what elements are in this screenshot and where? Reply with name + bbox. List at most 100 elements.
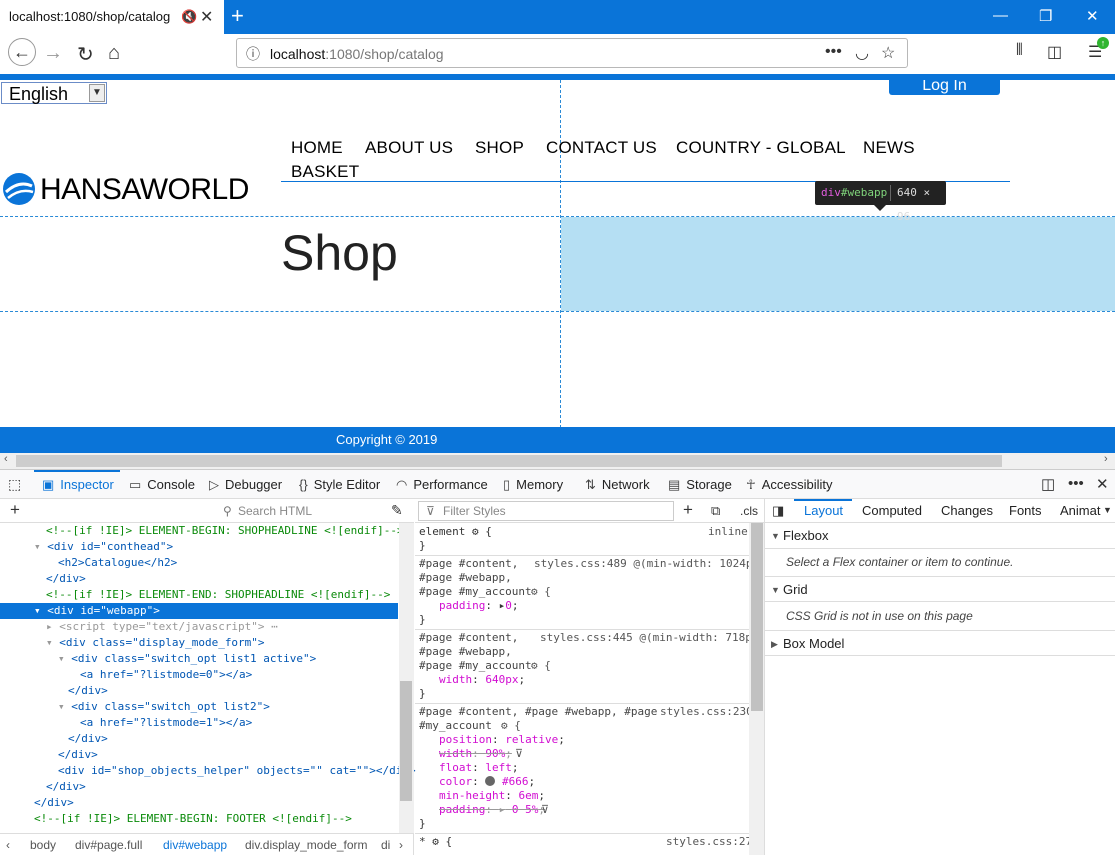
expand-icon[interactable]: ▾ (34, 540, 47, 553)
tree-node[interactable]: </div> (34, 795, 74, 811)
minimize-icon[interactable]: — (993, 7, 1008, 24)
menu-contact-us[interactable]: CONTACT US (546, 138, 657, 158)
scroll-right-icon[interactable]: › (1104, 453, 1108, 465)
restore-icon[interactable]: ❐ (1039, 7, 1052, 25)
breadcrumb-item-active[interactable]: div#webapp (163, 834, 227, 856)
gear-icon[interactable]: ⚙ { (501, 719, 521, 732)
tree-node[interactable]: <!--[if !IE]> ELEMENT-END: SHOPHEADLINE … (46, 587, 390, 603)
forward-icon[interactable]: → (43, 42, 63, 65)
tab-memory[interactable]: ▯ Memory (503, 477, 563, 493)
filter-icon[interactable]: ⊽ (541, 803, 549, 816)
logo-text[interactable]: HANSAWORLD (40, 173, 249, 207)
dock-icon[interactable]: ◫ (1041, 475, 1055, 493)
tree-node[interactable]: ▾ <div class="switch_opt list1 active"> (58, 651, 316, 667)
declaration[interactable]: float: left; (439, 761, 519, 775)
expand-icon[interactable]: ▾ (34, 604, 47, 617)
declaration[interactable]: padding: ▸0; (439, 599, 518, 613)
breadcrumb-prev-icon[interactable]: ‹ (6, 834, 10, 856)
declaration[interactable]: width: 640px; (439, 673, 525, 687)
tab-accessibility[interactable]: ☥ Accessibility (746, 477, 833, 493)
rule-selector[interactable]: #page #content, #page #webapp, #page #my… (419, 631, 532, 672)
rules-scrollbar-thumb[interactable] (751, 523, 763, 711)
expand-icon[interactable]: ▾ (46, 636, 59, 649)
gear-icon[interactable]: ⚙ (472, 525, 479, 538)
rule-source[interactable]: styles.css:489 @(min-width: 1024px) (534, 557, 766, 570)
menu-news[interactable]: NEWS (863, 138, 915, 158)
tab-inspector[interactable]: ▣ Inspector (42, 477, 114, 493)
cls-toggle[interactable]: .cls (740, 504, 758, 518)
expand-icon[interactable]: ▸ (46, 620, 59, 633)
tree-node[interactable]: </div> (58, 747, 98, 763)
declaration-overridden[interactable]: width: 90%; (439, 747, 512, 761)
grid-section[interactable]: ▼ Grid (765, 576, 1115, 602)
rule-selector[interactable]: element ⚙ { (419, 525, 492, 539)
tree-node[interactable]: </div> (68, 683, 108, 699)
url-bar[interactable]: ⓘ localhost:1080/shop/catalog ••• ◡ ☆ (236, 38, 908, 68)
reload-icon[interactable]: ↻ (77, 42, 94, 67)
tree-node[interactable]: ▾ <div class="switch_opt list2"> (58, 699, 270, 715)
hansaworld-logo-icon[interactable] (2, 172, 36, 206)
menu-country[interactable]: COUNTRY - GLOBAL (676, 138, 846, 158)
tab-console[interactable]: ▭ Console (129, 477, 195, 493)
declaration[interactable]: position: relative; (439, 733, 565, 747)
add-rule-icon[interactable]: + (683, 500, 693, 520)
home-icon[interactable]: ⌂ (108, 42, 120, 65)
tab-layout[interactable]: Layout (804, 503, 843, 518)
breadcrumb-item[interactable]: div.display_mode_form (245, 834, 368, 856)
rule-source[interactable]: styles.css:445 @(min-width: 718px) (540, 631, 765, 644)
tree-node[interactable]: <!--[if !IE]> ELEMENT-BEGIN: FOOTER <![e… (34, 811, 352, 827)
mute-icon[interactable]: 🔇 (181, 9, 197, 25)
toggle-sidebar-icon[interactable]: ◨ (772, 503, 784, 519)
menu-basket[interactable]: BASKET (291, 162, 359, 182)
tab-computed[interactable]: Computed (862, 503, 922, 518)
rule-source[interactable]: styles.css:27 (666, 835, 752, 848)
horizontal-scrollbar[interactable]: ‹ › (0, 453, 1115, 469)
rule-selector[interactable]: #page #content, #page #webapp, #page #my… (419, 705, 657, 732)
rule-source[interactable]: styles.css:230 (660, 705, 753, 718)
info-icon[interactable]: ⓘ (246, 44, 260, 64)
tree-node[interactable]: <a href="?listmode=1"></a> (80, 715, 252, 731)
tab-changes[interactable]: Changes (941, 503, 993, 518)
tree-node[interactable]: <!--[if !IE]> ELEMENT-BEGIN: SHOPHEADLIN… (46, 523, 404, 539)
expand-icon[interactable]: ▾ (58, 700, 71, 713)
menu-about-us[interactable]: ABOUT US (365, 138, 453, 158)
flexbox-section[interactable]: ▼ Flexbox (765, 523, 1115, 549)
tab-close-icon[interactable]: ✕ (200, 7, 213, 27)
menu-shop[interactable]: SHOP (475, 138, 524, 158)
scrollbar-thumb[interactable] (16, 455, 1002, 467)
box-model-section[interactable]: ▶ Box Model (765, 630, 1115, 656)
close-icon[interactable]: ✕ (1086, 7, 1099, 25)
filter-styles-input[interactable]: ⊽ Filter Styles (418, 501, 674, 521)
eyedropper-icon[interactable]: ✎ (391, 502, 403, 519)
tree-node[interactable]: ▾ <div class="display_mode_form"> (46, 635, 265, 651)
color-swatch-icon[interactable] (485, 776, 496, 786)
tree-node[interactable]: <a href="?listmode=0"></a> (80, 667, 252, 683)
tab-network[interactable]: ⇅ Network (585, 477, 650, 493)
expand-icon[interactable]: ▾ (58, 652, 71, 665)
expand-icon[interactable]: ▸ (499, 803, 506, 816)
pick-element-icon[interactable]: ⬚ (8, 476, 21, 493)
scroll-left-icon[interactable]: ‹ (4, 453, 8, 465)
login-button[interactable]: Log In (889, 80, 1000, 95)
close-devtools-icon[interactable]: ✕ (1096, 475, 1109, 493)
gear-icon[interactable]: ⚙ { (531, 659, 551, 672)
tab-style-editor[interactable]: {} Style Editor (299, 477, 380, 492)
tree-node[interactable]: <h2>Catalogue</h2> (58, 555, 177, 571)
breadcrumb-item[interactable]: di (381, 834, 390, 856)
tab-debugger[interactable]: ▷ Debugger (209, 477, 282, 493)
back-icon[interactable]: ← (8, 38, 36, 66)
tab-animations[interactable]: Animat (1060, 503, 1100, 518)
tree-node[interactable]: <div id="shop_objects_helper" objects=""… (58, 763, 416, 779)
gear-icon[interactable]: ⚙ { (531, 585, 551, 598)
add-node-icon[interactable]: + (10, 500, 20, 520)
tree-node[interactable]: </div> (46, 779, 86, 795)
tree-node[interactable]: ▾ <div id="conthead"> (34, 539, 173, 555)
tree-node-selected[interactable]: ▾ <div id="webapp"> (0, 603, 398, 619)
search-html-input[interactable]: ⚲ Search HTML (218, 501, 380, 521)
declaration[interactable]: color: #666; (439, 775, 535, 789)
toggle-pseudo-icon[interactable]: ⧉ (711, 503, 720, 519)
library-icon[interactable]: ⫴ (1016, 42, 1023, 60)
tree-node[interactable]: </div> (68, 731, 108, 747)
tab-performance[interactable]: ◠ Performance (396, 477, 488, 493)
browser-tab[interactable]: localhost:1080/shop/catalog 🔇 ✕ (0, 0, 224, 34)
